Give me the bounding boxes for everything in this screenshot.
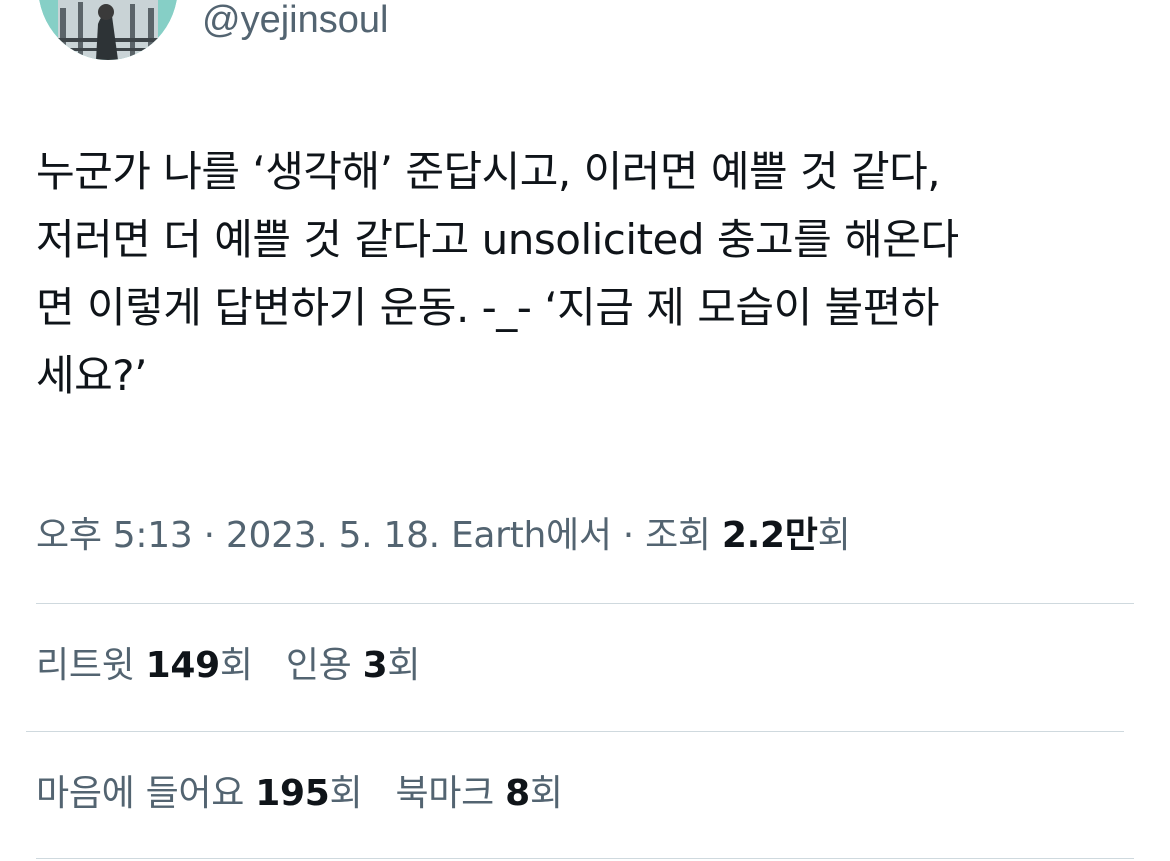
retweets-label: 리트윗: [36, 645, 146, 686]
meta-separator: ·: [611, 515, 646, 556]
bookmarks-stat[interactable]: 북마크 8회: [395, 768, 562, 820]
tweet-time[interactable]: 오후 5:13: [36, 515, 193, 556]
likes-suffix: 회: [329, 773, 363, 814]
tweet-date[interactable]: 2023. 5. 18.: [226, 515, 440, 556]
views-count: 2.2만: [721, 515, 818, 556]
likes-label: 마음에 들어요: [36, 773, 256, 814]
divider: [36, 603, 1134, 604]
meta-separator: ·: [192, 515, 226, 556]
tweet-text: 누군가 나를 ‘생각해’ 준답시고, 이러면 예쁠 것 같다, 저러면 더 예쁠…: [36, 147, 959, 400]
likes-stat[interactable]: 마음에 들어요 195회: [36, 768, 363, 820]
bookmarks-label: 북마크: [395, 773, 506, 814]
retweets-count: 149: [145, 645, 221, 686]
user-avatar[interactable]: [38, 0, 178, 60]
bookmarks-count: 8: [505, 773, 530, 814]
retweets-suffix: 회: [219, 645, 253, 686]
tweet-source: Earth에서: [439, 515, 612, 556]
tweet-detail: @yejinsoul 누군가 나를 ‘생각해’ 준답시고, 이러면 예쁠 것 같…: [0, 0, 1170, 861]
retweets-stat[interactable]: 리트윗 149회: [36, 640, 253, 692]
divider: [26, 731, 1124, 732]
avatar-photo: [38, 0, 178, 60]
quotes-suffix: 회: [387, 645, 421, 686]
quotes-stat[interactable]: 인용 3회: [285, 640, 421, 692]
quotes-label: 인용: [285, 645, 363, 686]
user-handle[interactable]: @yejinsoul: [202, 0, 388, 46]
stats-row-1: 리트윗 149회 인용 3회: [36, 640, 442, 692]
views-label: 조회: [645, 515, 722, 556]
bookmarks-suffix: 회: [529, 773, 563, 814]
tweet-meta: 오후 5:13 · 2023. 5. 18. Earth에서 · 조회 2.2만…: [36, 510, 851, 562]
likes-count: 195: [255, 773, 330, 814]
stats-row-2: 마음에 들어요 195회 북마크 8회: [36, 768, 585, 820]
quotes-count: 3: [362, 645, 388, 686]
divider: [36, 858, 1134, 859]
views-suffix: 회: [817, 515, 851, 556]
